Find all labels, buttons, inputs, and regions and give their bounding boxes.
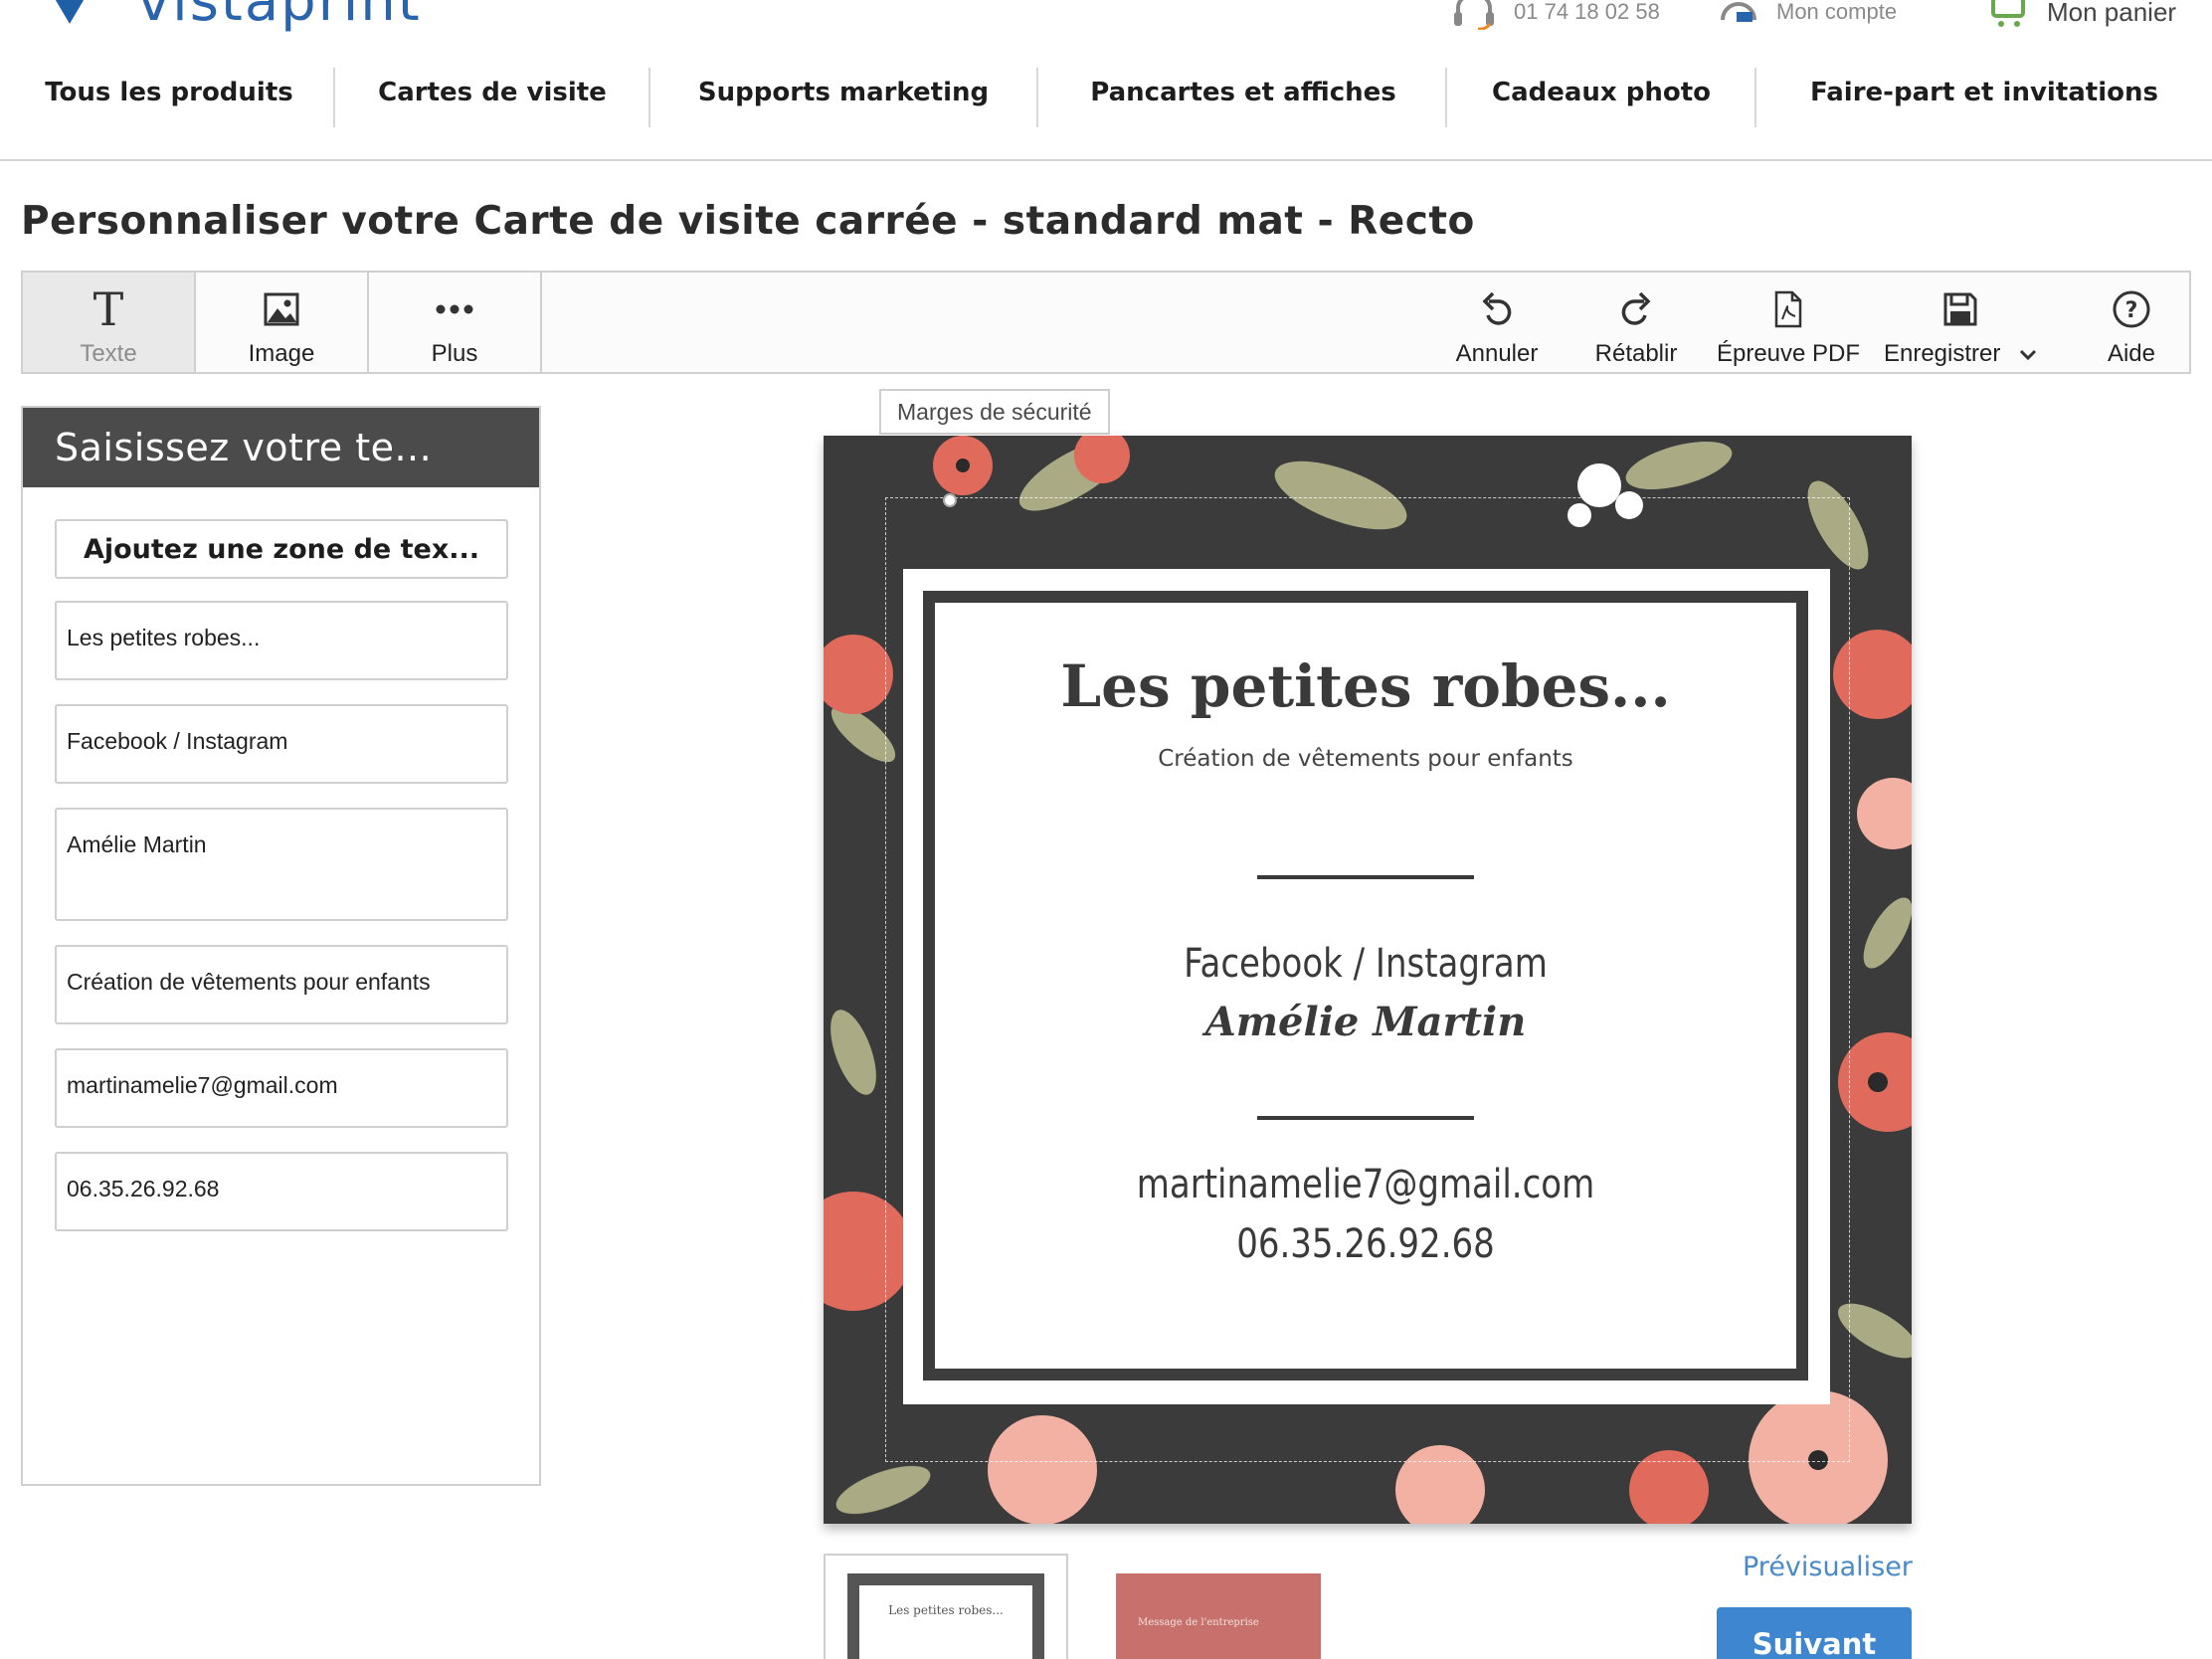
image-tool-button[interactable]: Image: [196, 273, 369, 372]
undo-label: Annuler: [1455, 340, 1539, 367]
phone-number: 01 74 18 02 58: [1514, 0, 1660, 24]
text-panel-header: Saisissez votre te...: [23, 408, 539, 487]
text-field-title[interactable]: Les petites robes...: [55, 601, 508, 680]
account-label: Mon compte: [1776, 0, 1898, 24]
nav-item-signs-posters[interactable]: Pancartes et affiches: [1044, 60, 1442, 125]
redo-label: Rétablir: [1594, 340, 1678, 367]
text-field-social[interactable]: Facebook / Instagram: [55, 704, 508, 784]
main-nav: Tous les produits Cartes de visite Suppo…: [0, 60, 2212, 161]
cart-link[interactable]: Mon panier: [1989, 0, 2176, 30]
thumbnail-back-text: Message de l'entreprise: [1138, 1617, 1259, 1628]
phone-contact[interactable]: 01 74 18 02 58: [1452, 0, 1660, 30]
redo-button[interactable]: Rétablir: [1567, 273, 1706, 372]
text-panel: Saisissez votre te... Ajoutez une zone d…: [21, 406, 541, 1486]
text-field-phone[interactable]: 06.35.26.92.68: [55, 1152, 508, 1231]
image-icon: [264, 292, 299, 326]
nav-divider: [333, 68, 335, 127]
page-title: Personnaliser votre Carte de visite carr…: [21, 199, 1475, 244]
chevron-down-icon[interactable]: [2019, 349, 2037, 361]
pdf-proof-button[interactable]: Épreuve PDF: [1706, 273, 1871, 372]
back-side-thumbnail[interactable]: Message de l'entreprise: [1116, 1573, 1321, 1659]
card-title-text[interactable]: Les petites robes...: [923, 652, 1808, 720]
headset-icon: [1454, 0, 1494, 30]
business-card-canvas[interactable]: Les petites robes... Création de vêtemen…: [824, 436, 1912, 1524]
cart-icon: [1991, 0, 2025, 27]
vistaprint-logo[interactable]: vistaprint: [50, 0, 422, 30]
pdf-proof-label: Épreuve PDF: [1716, 340, 1861, 367]
undo-icon: [1482, 291, 1512, 325]
nav-item-business-cards[interactable]: Cartes de visite: [338, 60, 646, 125]
safety-margins-toggle[interactable]: Marges de sécurité: [879, 389, 1110, 435]
text-field-email[interactable]: martinamelie7@gmail.com: [55, 1048, 508, 1128]
card-divider-top: [1257, 875, 1474, 879]
save-icon: [1943, 292, 1977, 326]
undo-button[interactable]: Annuler: [1427, 273, 1567, 372]
svg-text:?: ?: [2125, 298, 2138, 323]
nav-item-all-products[interactable]: Tous les produits: [20, 60, 318, 125]
save-button[interactable]: Enregistrer: [1871, 273, 2050, 372]
text-tool-button[interactable]: T Texte: [23, 273, 196, 372]
next-button[interactable]: Suivant: [1717, 1607, 1912, 1659]
more-icon: [436, 304, 473, 314]
more-tool-label: Plus: [431, 340, 478, 367]
pdf-icon: [1774, 290, 1802, 328]
help-icon: ?: [2113, 290, 2150, 328]
text-field-name[interactable]: Amélie Martin: [55, 808, 508, 921]
nav-divider: [648, 68, 650, 127]
help-label: Aide: [2107, 340, 2156, 367]
redo-icon: [1621, 291, 1651, 325]
nav-item-photo-gifts[interactable]: Cadeaux photo: [1452, 60, 1751, 125]
card-email-text[interactable]: martinamelie7@gmail.com: [990, 1162, 1743, 1207]
text-tool-label: Texte: [80, 340, 137, 367]
cart-label: Mon panier: [2047, 0, 2177, 27]
card-social-text[interactable]: Facebook / Instagram: [990, 941, 1743, 987]
add-text-zone-button[interactable]: Ajoutez une zone de tex...: [55, 519, 508, 579]
preview-link[interactable]: Prévisualiser: [1743, 1552, 1913, 1582]
save-label: Enregistrer: [1884, 340, 2037, 368]
front-side-thumbnail[interactable]: Les petites robes...: [824, 1554, 1068, 1659]
card-subtitle-text[interactable]: Création de vêtements pour enfants: [923, 746, 1808, 772]
text-icon: T: [92, 282, 124, 336]
logo-text: vistaprint: [137, 0, 422, 34]
more-tool-button[interactable]: Plus: [369, 273, 542, 372]
text-field-subtitle[interactable]: Création de vêtements pour enfants: [55, 945, 508, 1024]
card-divider-bottom: [1257, 1116, 1474, 1120]
nav-item-marketing[interactable]: Supports marketing: [656, 60, 1030, 125]
resize-handle[interactable]: [943, 493, 957, 507]
account-icon: [1721, 2, 1756, 22]
card-name-text[interactable]: Amélie Martin: [923, 999, 1808, 1045]
account-link[interactable]: Mon compte: [1719, 0, 1897, 30]
nav-divider: [1445, 68, 1447, 127]
nav-item-invitations[interactable]: Faire-part et invitations: [1760, 60, 2208, 125]
image-tool-label: Image: [248, 340, 315, 367]
editor-toolbar: T Texte Image Plus Annuler Rétablir Épre…: [21, 271, 2191, 374]
logo-mark-icon: [50, 0, 90, 24]
thumbnail-card-text: Les petites robes...: [859, 1585, 1032, 1659]
nav-divider: [1036, 68, 1038, 127]
card-phone-text[interactable]: 06.35.26.92.68: [990, 1221, 1743, 1267]
nav-divider: [1754, 68, 1756, 127]
help-button[interactable]: ? Aide: [2072, 273, 2191, 372]
